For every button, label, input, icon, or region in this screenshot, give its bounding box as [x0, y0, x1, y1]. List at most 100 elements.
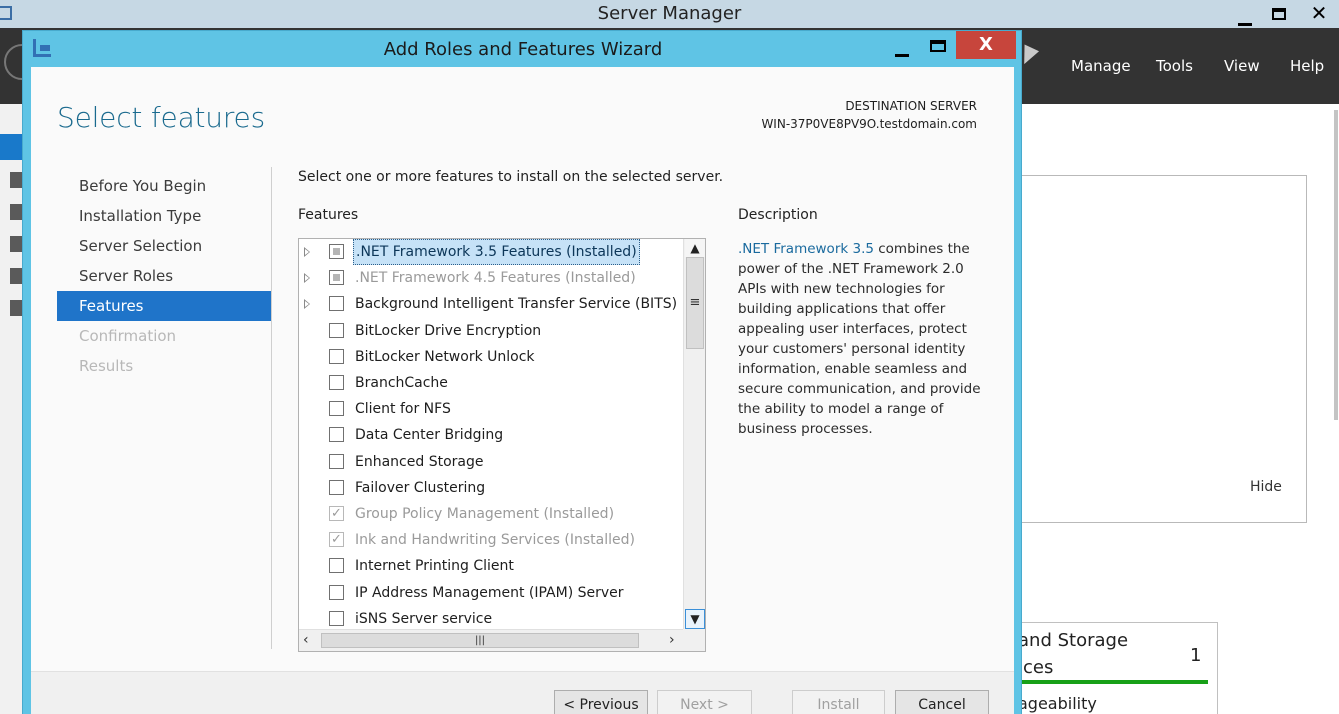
feature-checkbox[interactable]	[329, 610, 344, 626]
server-manager-title: Server Manager	[597, 3, 742, 24]
feature-row[interactable]: .NET Framework 4.5 Features (Installed)	[299, 265, 683, 291]
feature-row[interactable]: BitLocker Drive Encryption	[299, 318, 683, 344]
server-manager-scrollbar[interactable]	[1334, 110, 1338, 420]
menu-manage[interactable]: Manage	[1071, 57, 1131, 75]
features-vertical-scrollbar[interactable]: ▲ ≡ ▼	[683, 239, 705, 629]
file-services-nav-icon[interactable]	[10, 236, 22, 252]
feature-row[interactable]: Internet Printing Client	[299, 553, 683, 579]
step-server-selection[interactable]: Server Selection	[57, 231, 271, 261]
feature-checkbox[interactable]	[329, 322, 344, 338]
feature-checkbox[interactable]	[329, 453, 344, 469]
hide-link[interactable]: Hide	[1250, 479, 1282, 495]
menu-tools[interactable]: Tools	[1156, 57, 1193, 75]
feature-row[interactable]: Ink and Handwriting Services (Installed)	[299, 527, 683, 553]
feature-checkbox[interactable]	[329, 401, 344, 417]
expand-arrow-icon[interactable]	[304, 299, 310, 310]
feature-row[interactable]: iSNS Server service	[299, 606, 683, 629]
menu-help[interactable]: Help	[1290, 57, 1324, 75]
wizard-maximize-button[interactable]	[921, 31, 955, 59]
role-card-count: 1	[1190, 645, 1202, 666]
minimize-button[interactable]	[1226, 0, 1263, 26]
features-horizontal-scrollbar[interactable]: ‹ ||| ›	[299, 629, 705, 651]
wizard-minimize-button[interactable]	[885, 31, 919, 59]
dashboard-nav-icon[interactable]	[0, 134, 23, 160]
feature-label: iSNS Server service	[355, 610, 493, 627]
feature-label: .NET Framework 3.5 Features (Installed)	[353, 239, 640, 265]
feature-label: Enhanced Storage	[355, 453, 484, 470]
expand-arrow-icon[interactable]	[304, 247, 310, 257]
feature-checkbox[interactable]	[329, 375, 344, 390]
install-button[interactable]: Install	[792, 690, 885, 714]
feature-label: Background Intelligent Transfer Service …	[355, 296, 678, 313]
feature-checkbox[interactable]	[329, 348, 344, 364]
feature-row[interactable]: Failover Clustering	[299, 475, 683, 501]
step-installation-type[interactable]: Installation Type	[57, 201, 271, 231]
scroll-up-arrow-icon[interactable]: ▲	[685, 239, 705, 257]
feature-label: BranchCache	[355, 375, 448, 391]
restore-icon	[1271, 8, 1286, 20]
maximize-icon	[930, 40, 946, 52]
expand-arrow-icon[interactable]	[304, 273, 310, 284]
feature-checkbox[interactable]	[329, 270, 344, 286]
storage-nav-icon[interactable]	[10, 300, 22, 316]
step-features[interactable]: Features	[57, 291, 271, 321]
feature-label: Failover Clustering	[355, 479, 486, 496]
instructions-text: Select one or more features to install o…	[298, 169, 724, 185]
scroll-down-arrow-icon[interactable]: ▼	[685, 609, 705, 629]
feature-row[interactable]: Enhanced Storage	[299, 449, 683, 475]
local-server-nav-icon[interactable]	[10, 172, 22, 188]
feature-label: Data Center Bridging	[355, 427, 504, 444]
menu-view[interactable]: View	[1224, 57, 1260, 75]
wizard-close-button[interactable]: X	[956, 31, 1016, 59]
feature-row[interactable]: Data Center Bridging	[299, 422, 683, 448]
horizontal-scroll-thumb[interactable]: |||	[321, 633, 639, 648]
step-before-you-begin[interactable]: Before You Begin	[57, 171, 271, 201]
users-nav-icon[interactable]	[10, 268, 22, 284]
feature-row[interactable]: Background Intelligent Transfer Service …	[299, 291, 683, 317]
role-card-item[interactable]: ageability	[1018, 694, 1097, 713]
scroll-right-arrow-icon[interactable]: ›	[669, 632, 675, 648]
feature-row[interactable]: .NET Framework 3.5 Features (Installed)	[299, 239, 683, 265]
feature-label: Ink and Handwriting Services (Installed)	[355, 532, 635, 549]
features-tree[interactable]: .NET Framework 3.5 Features (Installed).…	[298, 238, 706, 652]
feature-checkbox[interactable]	[329, 502, 344, 526]
server-manager-titlebar: Server Manager ✕	[0, 0, 1339, 28]
description-body: combines the power of the .NET Framework…	[738, 241, 981, 437]
feature-checkbox[interactable]	[329, 427, 344, 443]
all-servers-nav-icon[interactable]	[10, 204, 22, 220]
feature-checkbox[interactable]	[329, 558, 344, 574]
feature-row[interactable]: Client for NFS	[299, 396, 683, 422]
step-server-roles[interactable]: Server Roles	[57, 261, 271, 291]
add-roles-wizard-window: Add Roles and Features Wizard X Select f…	[22, 30, 1022, 714]
cancel-button[interactable]: Cancel	[895, 690, 989, 714]
minimize-icon	[1237, 23, 1252, 26]
step-confirmation: Confirmation	[79, 327, 177, 345]
features-heading: Features	[298, 207, 359, 223]
feature-row[interactable]: Group Policy Management (Installed)	[299, 501, 683, 527]
scroll-left-arrow-icon[interactable]: ‹	[303, 632, 309, 648]
description-link[interactable]: .NET Framework 3.5	[738, 241, 874, 257]
feature-checkbox[interactable]	[329, 244, 344, 259]
description-heading: Description	[738, 207, 818, 223]
feature-row[interactable]: BranchCache	[299, 370, 683, 396]
destination-server-name: WIN-37P0VE8PV9O.testdomain.com	[761, 117, 977, 131]
role-card-title-line2: ices	[1018, 657, 1054, 678]
feature-row[interactable]: BitLocker Network Unlock	[299, 344, 683, 370]
steps-divider	[271, 167, 272, 649]
wizard-body: Select features DESTINATION SERVER WIN-3…	[31, 67, 1014, 714]
feature-checkbox[interactable]	[329, 296, 344, 312]
next-button[interactable]: Next >	[657, 690, 752, 714]
restore-button[interactable]	[1260, 0, 1297, 26]
previous-button[interactable]: < Previous	[554, 690, 648, 714]
page-title: Select features	[57, 101, 265, 134]
close-button[interactable]: ✕	[1299, 0, 1339, 26]
feature-checkbox[interactable]	[329, 479, 344, 495]
feature-label: BitLocker Drive Encryption	[355, 322, 542, 339]
wizard-footer: < Previous Next > Install Cancel	[31, 671, 1014, 714]
feature-checkbox[interactable]	[329, 528, 344, 552]
feature-row[interactable]: IP Address Management (IPAM) Server	[299, 580, 683, 606]
feature-checkbox[interactable]	[329, 584, 344, 600]
wizard-steps-nav: Before You Begin Installation Type Serve…	[57, 171, 271, 381]
vertical-scroll-thumb[interactable]: ≡	[686, 257, 704, 349]
welcome-tile	[1016, 175, 1307, 523]
